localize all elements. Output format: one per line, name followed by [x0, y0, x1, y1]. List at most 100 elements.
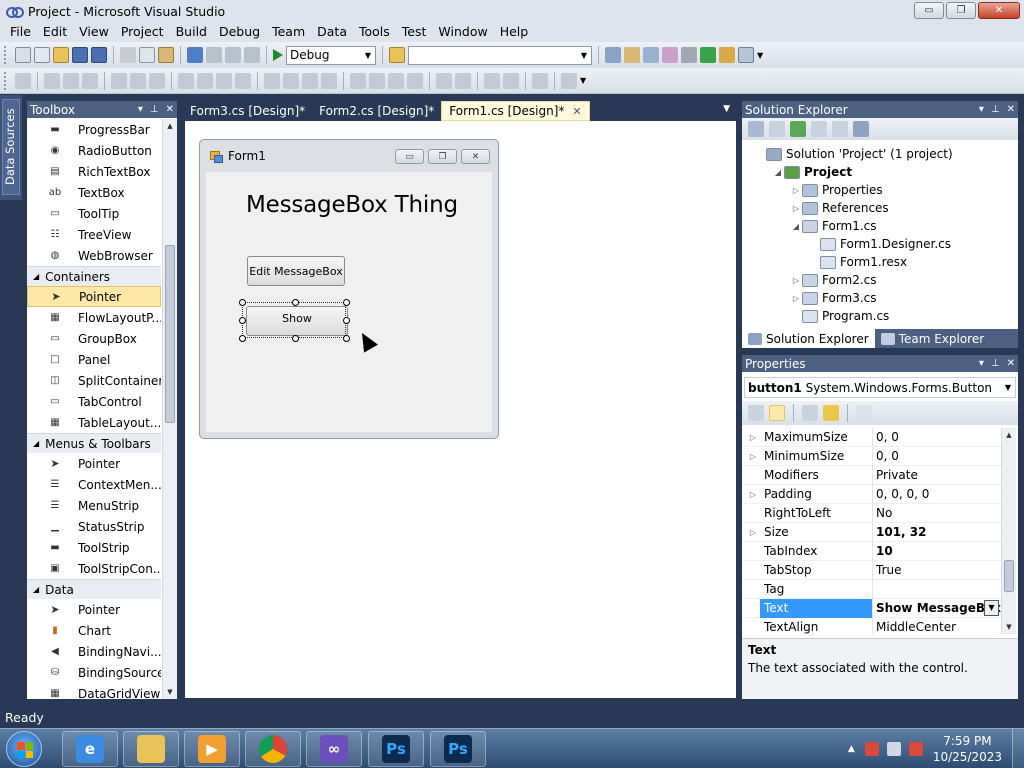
network-icon[interactable] [886, 742, 901, 756]
chevron-down-icon[interactable]: ▼ [984, 599, 999, 616]
expand-toggle-icon[interactable]: ▷ [790, 276, 802, 285]
solution-configuration-select[interactable]: Debug ▼ [286, 45, 376, 65]
toolbox-group-header[interactable]: ◢ Containers [27, 266, 161, 286]
toolbox-item[interactable]: ▭ ToolTip [27, 203, 161, 224]
resize-handle-bottom-left[interactable] [239, 335, 246, 342]
property-value[interactable]: 0, 0 [872, 446, 1001, 466]
property-row[interactable]: Tag [742, 579, 1001, 599]
decrease-horizontal-spacing-icon[interactable] [302, 72, 318, 89]
expand-toggle-icon[interactable]: ▷ [790, 294, 802, 303]
decrease-vertical-spacing-icon[interactable] [388, 72, 404, 89]
bring-to-front-icon[interactable] [484, 72, 500, 89]
undo-icon[interactable] [187, 47, 203, 63]
auto-hide-pin-icon[interactable]: ⊥ [991, 101, 1000, 118]
toolbox-item[interactable]: ▬ ToolStrip [27, 537, 161, 558]
taskbar-app-button[interactable]: Ps [368, 731, 424, 767]
toolbox-item[interactable]: ▬ ProgressBar [27, 119, 161, 140]
tree-node[interactable]: ▷ References [742, 199, 1018, 217]
toolbox-item[interactable]: ▮ Chart [27, 620, 161, 641]
tree-node[interactable]: Form1.resx [742, 253, 1018, 271]
toolbar-grip[interactable] [4, 46, 8, 64]
taskbar-app-button[interactable]: e [62, 731, 118, 767]
property-row[interactable]: ▷ Padding 0, 0, 0, 0 [742, 484, 1001, 504]
categorized-icon[interactable] [748, 405, 764, 421]
vertical-spacing-equal-icon[interactable] [350, 72, 366, 89]
tree-node[interactable]: ▷ Form2.cs [742, 271, 1018, 289]
auto-hide-pin-icon[interactable]: ⊥ [991, 355, 1000, 372]
layout-options-icon[interactable] [561, 72, 577, 89]
toolbox-item[interactable]: ➤ Pointer [27, 599, 161, 620]
close-tab-icon[interactable]: ✕ [572, 105, 581, 118]
new-project-icon[interactable] [15, 47, 31, 63]
close-icon[interactable]: ✕ [166, 101, 174, 118]
tree-node[interactable]: Program.cs [742, 307, 1018, 325]
toolbox-item[interactable]: ☰ MenuStrip [27, 495, 161, 516]
save-icon[interactable] [72, 47, 88, 63]
align-bottoms-icon[interactable] [149, 72, 165, 89]
send-to-back-icon[interactable] [503, 72, 519, 89]
menu-build[interactable]: Build [170, 22, 213, 42]
align-tops-icon[interactable] [111, 72, 127, 89]
property-row[interactable]: Modifiers Private [742, 465, 1001, 485]
active-files-dropdown-icon[interactable]: ▼ [723, 104, 730, 114]
property-value[interactable]: 0, 0 [872, 428, 1001, 447]
property-value[interactable]: No [872, 503, 1001, 523]
start-page-icon[interactable] [700, 47, 716, 63]
tree-node[interactable]: Form1.Designer.cs [742, 235, 1018, 253]
form-client-area[interactable]: MessageBox Thing Edit MessageBox Show [206, 172, 492, 432]
toolbox-scrollbar[interactable]: ▲ ▼ [162, 119, 177, 699]
resize-handle-top[interactable] [292, 299, 299, 306]
toolbox-group-header[interactable]: ◢ Data [27, 579, 161, 599]
window-position-icon[interactable]: ▾ [979, 101, 984, 118]
resize-handle-top-left[interactable] [239, 299, 246, 306]
resize-handle-bottom[interactable] [292, 335, 299, 342]
start-button[interactable] [6, 731, 42, 767]
make-same-size-icon[interactable] [235, 72, 251, 89]
close-button[interactable]: ✕ [978, 2, 1020, 19]
taskbar-app-button[interactable]: ▶ [184, 731, 240, 767]
center-horizontally-icon[interactable] [436, 72, 452, 89]
view-designer-icon[interactable] [832, 121, 848, 137]
document-tab[interactable]: Form1.cs [Design]* ✕ [441, 101, 590, 121]
resize-handle-right[interactable] [343, 317, 350, 324]
property-row[interactable]: RightToLeft No [742, 503, 1001, 523]
make-same-height-icon[interactable] [216, 72, 232, 89]
toolbox-item[interactable]: ◀ BindingNavi... [27, 641, 161, 662]
menu-help[interactable]: Help [494, 22, 535, 42]
property-value[interactable]: Private [872, 465, 1001, 485]
property-value[interactable] [872, 579, 1001, 599]
toolbar-options-icon[interactable]: ▼ [580, 76, 586, 85]
start-debugging-icon[interactable] [273, 49, 283, 61]
make-same-width-icon[interactable] [178, 72, 194, 89]
property-grid-scrollbar[interactable]: ▲ ▼ [1001, 428, 1016, 634]
expand-toggle-icon[interactable]: ▷ [790, 204, 802, 213]
align-rights-icon[interactable] [82, 72, 98, 89]
extension-manager-icon[interactable] [681, 47, 697, 63]
close-icon[interactable]: ✕ [1007, 355, 1015, 372]
size-to-grid-icon[interactable] [197, 72, 213, 89]
form-heading-label[interactable]: MessageBox Thing [246, 192, 458, 218]
toolbox-window-icon[interactable] [662, 47, 678, 63]
volume-icon[interactable] [908, 742, 923, 756]
show-desktop-button[interactable] [1012, 729, 1024, 768]
expand-toggle-icon[interactable]: ◢ [772, 168, 784, 177]
scroll-up-icon[interactable]: ▲ [163, 119, 177, 133]
menu-team[interactable]: Team [266, 22, 311, 42]
toolbox-item[interactable]: ▭ TabControl [27, 391, 161, 412]
navigate-backward-icon[interactable] [225, 47, 241, 63]
toolbox-item[interactable]: ▦ TableLayout... [27, 412, 161, 433]
find-combo[interactable]: ▼ [408, 45, 592, 65]
toolbox-item[interactable]: ▁ StatusStrip [27, 516, 161, 537]
expand-toggle-icon[interactable]: ◢ [790, 222, 802, 231]
refresh-icon[interactable] [790, 121, 806, 137]
remove-horizontal-spacing-icon[interactable] [321, 72, 337, 89]
resize-handle-bottom-right[interactable] [343, 335, 350, 342]
property-row[interactable]: ▷ MaximumSize 0, 0 [742, 428, 1001, 447]
scrollbar-thumb[interactable] [1004, 560, 1014, 592]
properties-view-icon[interactable] [802, 405, 818, 421]
center-vertically-icon[interactable] [455, 72, 471, 89]
panel-tab[interactable]: Team Explorer [875, 329, 991, 348]
tree-node[interactable]: Solution 'Project' (1 project) [742, 145, 1018, 163]
edit-messagebox-button[interactable]: Edit MessageBox [247, 256, 345, 286]
property-row[interactable]: TextAlign MiddleCenter [742, 617, 1001, 634]
